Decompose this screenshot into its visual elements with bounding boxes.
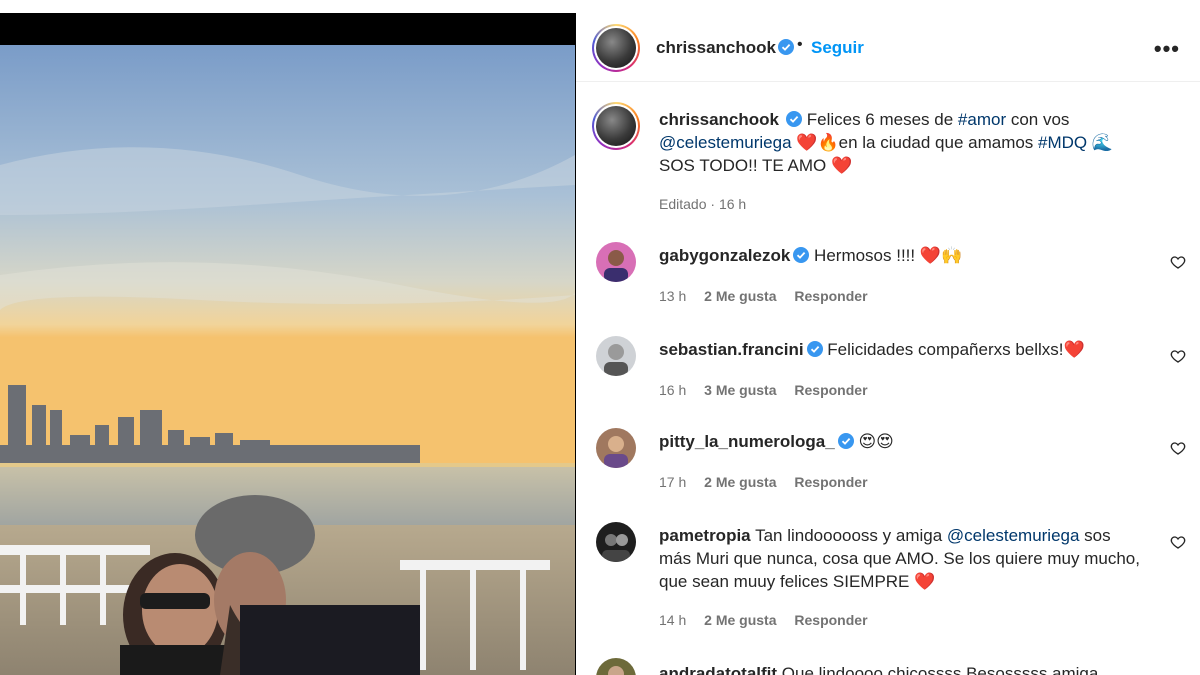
- commenter-avatar[interactable]: [596, 336, 636, 376]
- comment-time[interactable]: 14 h: [659, 612, 686, 628]
- comment-emoji: ❤️: [914, 572, 936, 591]
- comment-text: pametropia Tan lindoooooss y amiga @cele…: [659, 524, 1159, 593]
- mention-celestemuriega[interactable]: @celestemuriega: [659, 133, 792, 152]
- follow-button[interactable]: Seguir: [811, 38, 864, 58]
- like-heart-icon[interactable]: [1170, 534, 1186, 550]
- verified-badge-icon: [806, 341, 823, 357]
- wave-emoji: 🌊: [1091, 133, 1114, 152]
- comment-text: sebastian.francini Felicidades compañerx…: [659, 338, 1159, 361]
- edited-label: Editado: [659, 196, 707, 212]
- avatar-image: [596, 106, 636, 146]
- meta-separator: ·: [710, 196, 716, 212]
- caption-line2: en la ciudad que amamos: [838, 133, 1039, 152]
- comment-text: gabygonzalezok Hermosos !!!! ❤️🙌: [659, 244, 1159, 267]
- post-photo-panel: [0, 0, 575, 675]
- comment-meta: 17 h 2 Me gusta Responder: [659, 474, 882, 490]
- comment-meta: 14 h 2 Me gusta Responder: [659, 612, 882, 628]
- heart-emoji: ❤️: [830, 156, 853, 175]
- fire-emoji: 🔥: [817, 133, 839, 152]
- verified-badge-icon: [793, 247, 810, 263]
- comment-emoji: 😍😍: [858, 432, 894, 451]
- post-photo[interactable]: [0, 45, 575, 675]
- reply-button[interactable]: Responder: [794, 612, 867, 628]
- caption-line1: Felices 6 meses de: [806, 110, 958, 129]
- comment-text: andradatotalfit Que lindoooo chicossss B…: [659, 662, 1159, 675]
- hashtag-amor[interactable]: #amor: [958, 110, 1006, 129]
- comments-panel: chrissanchook • Seguir ••• chrissanchook…: [576, 0, 1200, 675]
- author-avatar[interactable]: [592, 24, 640, 72]
- like-heart-icon[interactable]: [1170, 348, 1186, 364]
- caption-text: chrissanchook Felices 6 meses de #amor c…: [659, 108, 1179, 177]
- commenter-avatar[interactable]: [596, 658, 636, 675]
- comment-body-line2: más Muri que nunca, cosa que AMO. Se los…: [659, 549, 1140, 568]
- comment-meta: 16 h 3 Me gusta Responder: [659, 382, 882, 398]
- like-heart-icon[interactable]: [1170, 440, 1186, 456]
- comment-meta: 13 h 2 Me gusta Responder: [659, 288, 882, 304]
- comment-likes[interactable]: 3 Me gusta: [704, 382, 776, 398]
- comment-body: Que lindoooo chicossss Besosssss amiga: [781, 664, 1099, 675]
- hashtag-mdq[interactable]: #MDQ: [1038, 133, 1087, 152]
- comment-time[interactable]: 17 h: [659, 474, 686, 490]
- comment-body: Hermosos !!!!: [814, 246, 920, 265]
- verified-badge-icon: [837, 433, 854, 449]
- caption-author-avatar[interactable]: [592, 102, 640, 150]
- commenter-avatar[interactable]: [596, 242, 636, 282]
- comment-likes[interactable]: 2 Me gusta: [704, 288, 776, 304]
- comment-emoji: ❤️🙌: [919, 246, 963, 265]
- comment-username[interactable]: gabygonzalezok: [659, 246, 790, 265]
- comment-body-line3: que sean muuy felices SIEMPRE: [659, 572, 915, 591]
- mention-celestemuriega[interactable]: @celestemuriega: [947, 526, 1080, 545]
- reply-button[interactable]: Responder: [794, 382, 867, 398]
- caption-line1-end: con vos: [1006, 110, 1070, 129]
- beach-sunset-photo: [0, 45, 575, 675]
- comment-body: Felicidades compañerxs bellxs!: [827, 340, 1064, 359]
- verified-badge-icon: [778, 39, 794, 55]
- caption-username[interactable]: chrissanchook: [659, 110, 779, 129]
- comment-body: Tan lindoooooss y amiga: [755, 526, 947, 545]
- verified-badge-icon: [786, 111, 802, 127]
- reply-button[interactable]: Responder: [794, 474, 867, 490]
- comment-username[interactable]: pitty_la_numerologa_: [659, 432, 835, 451]
- comment-time[interactable]: 16 h: [659, 382, 686, 398]
- comment-time[interactable]: 13 h: [659, 288, 686, 304]
- photo-top-bar: [0, 13, 575, 45]
- commenter-avatar[interactable]: [596, 428, 636, 468]
- avatar-image: [596, 28, 636, 68]
- post-header: chrissanchook • Seguir •••: [576, 14, 1200, 82]
- comment-text: pitty_la_numerologa_ 😍😍: [659, 430, 1159, 453]
- comment-body: sos: [1079, 526, 1111, 545]
- caption-time[interactable]: 16 h: [719, 196, 746, 212]
- reply-button[interactable]: Responder: [794, 288, 867, 304]
- comment-emoji: ❤️: [1063, 340, 1085, 359]
- header-separator: •: [797, 36, 803, 53]
- comment-username[interactable]: sebastian.francini: [659, 340, 804, 359]
- comment-likes[interactable]: 2 Me gusta: [704, 612, 776, 628]
- comment-username[interactable]: andradatotalfit: [659, 664, 777, 675]
- caption-meta: Editado · 16 h: [659, 196, 746, 212]
- caption-line3: SOS TODO!! TE AMO: [659, 156, 831, 175]
- comment-likes[interactable]: 2 Me gusta: [704, 474, 776, 490]
- heart-emoji: ❤️: [796, 133, 818, 152]
- commenter-avatar[interactable]: [596, 522, 636, 562]
- author-username[interactable]: chrissanchook: [656, 38, 776, 58]
- like-heart-icon[interactable]: [1170, 254, 1186, 270]
- comment-username[interactable]: pametropia: [659, 526, 751, 545]
- more-options-icon[interactable]: •••: [1154, 36, 1180, 62]
